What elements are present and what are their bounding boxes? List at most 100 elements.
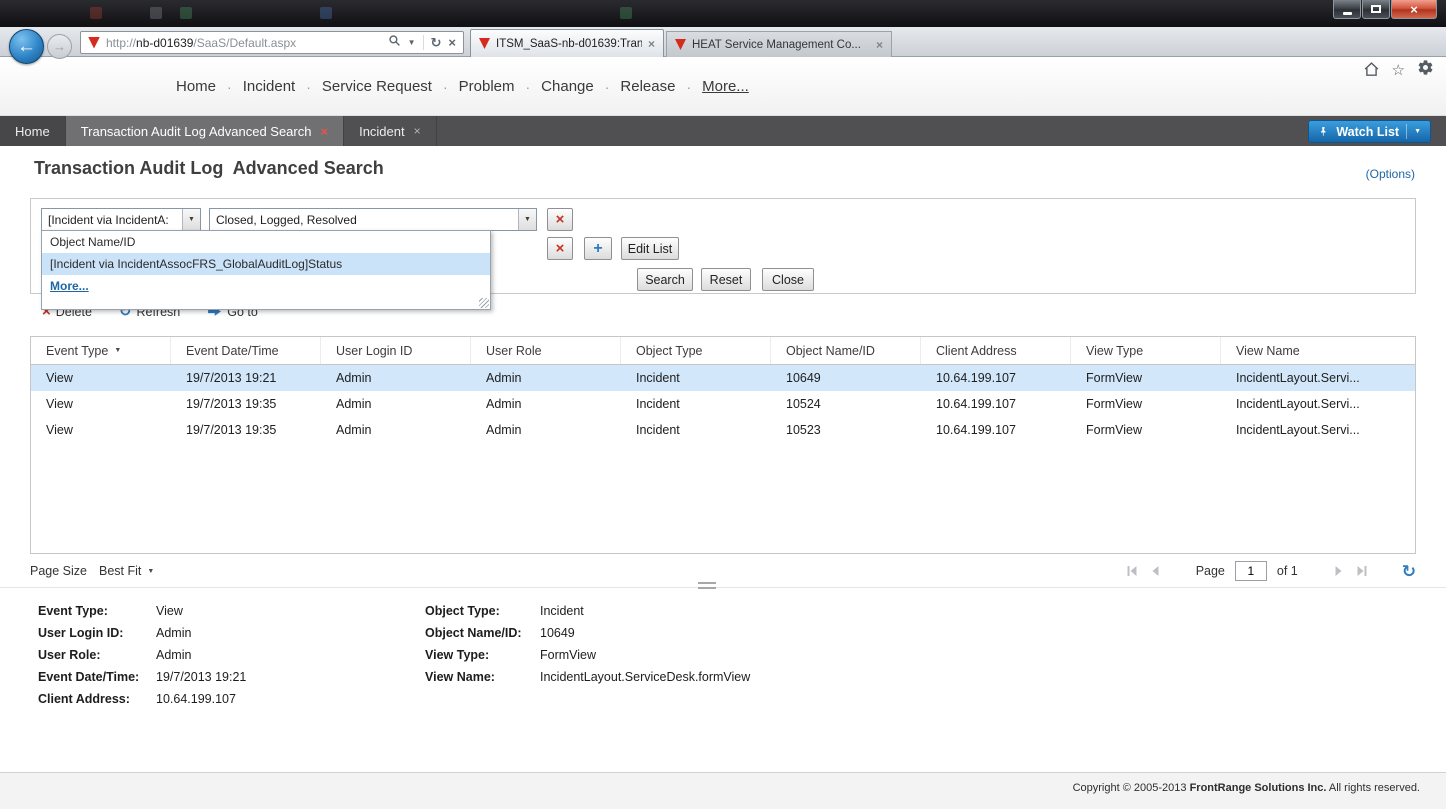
main-content: Transaction Audit Log Advanced Search (O… xyxy=(0,146,1446,772)
url-path: /SaaS/Default.aspx xyxy=(193,36,296,50)
chevron-down-icon[interactable]: ▼ xyxy=(1414,128,1421,135)
column-header-user-login[interactable]: User Login ID xyxy=(321,337,471,364)
detail-label: Object Name/ID: xyxy=(425,626,540,640)
column-header-client-address[interactable]: Client Address xyxy=(921,337,1071,364)
nav-item-release[interactable]: Release xyxy=(620,78,675,95)
tab-transaction-audit-log[interactable]: Transaction Audit Log Advanced Search × xyxy=(66,116,344,146)
cell: View xyxy=(31,423,171,437)
close-button[interactable]: Close xyxy=(762,268,814,291)
dropdown-option-selected[interactable]: [Incident via IncidentAssocFRS_GlobalAud… xyxy=(42,253,490,275)
address-bar[interactable]: http://nb-d01639/SaaS/Default.aspx ▼ ↻ × xyxy=(80,31,464,54)
minimize-button[interactable] xyxy=(1333,0,1361,19)
cell: View xyxy=(31,371,171,385)
resize-grip[interactable] xyxy=(479,298,489,308)
detail-row: View Type:FormView xyxy=(425,644,750,666)
close-tab-icon[interactable]: × xyxy=(320,124,328,139)
close-tab-icon[interactable]: × xyxy=(414,124,421,138)
refresh-page-icon[interactable]: ↻ xyxy=(431,35,442,51)
gear-icon[interactable] xyxy=(1417,59,1434,81)
table-row[interactable]: View 19/7/2013 19:35 Admin Admin Inciden… xyxy=(31,391,1415,417)
page-of-label: of 1 xyxy=(1277,564,1298,578)
titlebar-ghost-icon xyxy=(150,7,162,19)
column-header-user-role[interactable]: User Role xyxy=(471,337,621,364)
audit-log-grid: Event Type ▼ Event Date/Time User Login … xyxy=(30,336,1416,554)
value-combo[interactable]: Closed, Logged, Resolved ▼ xyxy=(209,208,537,231)
add-criteria-button[interactable]: + xyxy=(584,237,612,260)
column-header-event-date[interactable]: Event Date/Time xyxy=(171,337,321,364)
stop-loading-icon[interactable]: × xyxy=(448,35,456,50)
edit-list-button[interactable]: Edit List xyxy=(621,237,679,260)
dropdown-option[interactable]: Object Name/ID xyxy=(42,231,490,253)
url-text: http://nb-d01639/SaaS/Default.aspx xyxy=(106,36,388,50)
reset-button[interactable]: Reset xyxy=(701,268,751,291)
chevron-down-icon[interactable]: ▼ xyxy=(518,209,536,230)
previous-page-button[interactable] xyxy=(1149,565,1162,577)
nav-more-link[interactable]: More... xyxy=(702,78,749,95)
close-icon: × xyxy=(1410,3,1418,16)
refresh-list-icon[interactable]: ↻ xyxy=(1402,563,1416,580)
nav-separator: · xyxy=(605,79,610,95)
cell: View xyxy=(31,397,171,411)
watch-list-divider xyxy=(1406,124,1407,139)
remove-criteria-button[interactable]: × xyxy=(547,208,573,231)
tab-incident[interactable]: Incident × xyxy=(344,116,437,146)
favorites-star-icon[interactable]: ☆ xyxy=(1392,61,1405,79)
dropdown-more-link[interactable]: More... xyxy=(50,279,89,293)
autocomplete-dropdown-icon[interactable]: ▼ xyxy=(408,38,416,47)
search-icon[interactable] xyxy=(388,34,401,52)
nav-separator: · xyxy=(227,79,232,95)
detail-value: FormView xyxy=(540,648,596,662)
nav-item-change[interactable]: Change xyxy=(541,78,594,95)
column-header-event-type[interactable]: Event Type ▼ xyxy=(31,337,171,364)
cell: 19/7/2013 19:35 xyxy=(171,423,321,437)
browser-tab-active[interactable]: ITSM_SaaS-nb-d01639:Tran... × xyxy=(470,29,664,57)
company-name: FrontRange Solutions Inc. xyxy=(1190,782,1327,794)
search-button[interactable]: Search xyxy=(637,268,693,291)
browser-tab-inactive[interactable]: HEAT Service Management Co... × xyxy=(666,31,892,57)
column-header-object-type[interactable]: Object Type xyxy=(621,337,771,364)
close-window-button[interactable]: × xyxy=(1391,0,1437,19)
table-row[interactable]: View 19/7/2013 19:21 Admin Admin Inciden… xyxy=(31,365,1415,391)
sort-desc-icon[interactable]: ▼ xyxy=(114,347,121,354)
nav-item-home[interactable]: Home xyxy=(176,78,216,95)
forward-arrow-icon: → xyxy=(53,39,66,54)
tab-favicon xyxy=(675,39,686,50)
maximize-button[interactable] xyxy=(1362,0,1390,19)
remove-criteria-button[interactable]: × xyxy=(547,237,573,260)
browser-back-button[interactable]: ← xyxy=(9,29,44,64)
nav-item-problem[interactable]: Problem xyxy=(459,78,515,95)
first-page-button[interactable] xyxy=(1126,565,1139,577)
field-combo[interactable]: [Incident via IncidentA: ▼ xyxy=(41,208,201,231)
page-number-input[interactable] xyxy=(1235,561,1267,581)
detail-value: 19/7/2013 19:21 xyxy=(156,670,246,684)
tab-home[interactable]: Home xyxy=(0,116,66,146)
detail-label: Object Type: xyxy=(425,604,540,618)
browser-forward-button[interactable]: → xyxy=(47,34,72,59)
tab-incident-label: Incident xyxy=(359,124,405,139)
column-header-view-type[interactable]: View Type xyxy=(1071,337,1221,364)
close-tab-icon[interactable]: × xyxy=(876,38,883,52)
options-link[interactable]: (Options) xyxy=(1366,167,1415,181)
column-label: Event Type xyxy=(46,344,108,358)
window-titlebar: × xyxy=(0,0,1446,27)
advanced-search-panel: [Incident via IncidentA: ▼ Closed, Logge… xyxy=(30,198,1416,294)
cell: Incident xyxy=(621,371,771,385)
watch-list-button[interactable]: Watch List ▼ xyxy=(1308,120,1431,143)
last-page-button[interactable] xyxy=(1355,565,1368,577)
home-icon[interactable] xyxy=(1363,61,1380,78)
column-header-view-name[interactable]: View Name xyxy=(1221,337,1415,364)
splitter-handle[interactable] xyxy=(698,582,716,589)
nav-separator: · xyxy=(306,79,311,95)
nav-item-service-request[interactable]: Service Request xyxy=(322,78,432,95)
browser-tab-label: ITSM_SaaS-nb-d01639:Tran... xyxy=(496,38,642,50)
page-size-dropdown[interactable]: Best Fit ▼ xyxy=(99,564,154,578)
table-row[interactable]: View 19/7/2013 19:35 Admin Admin Inciden… xyxy=(31,417,1415,443)
nav-item-incident[interactable]: Incident xyxy=(243,78,296,95)
chevron-down-icon[interactable]: ▼ xyxy=(182,209,200,230)
cell: FormView xyxy=(1071,371,1221,385)
next-page-button[interactable] xyxy=(1332,565,1345,577)
close-tab-icon[interactable]: × xyxy=(648,37,655,51)
column-header-object-name[interactable]: Object Name/ID xyxy=(771,337,921,364)
field-combo-value: [Incident via IncidentA: xyxy=(42,209,182,230)
url-scheme: http:// xyxy=(106,36,136,50)
